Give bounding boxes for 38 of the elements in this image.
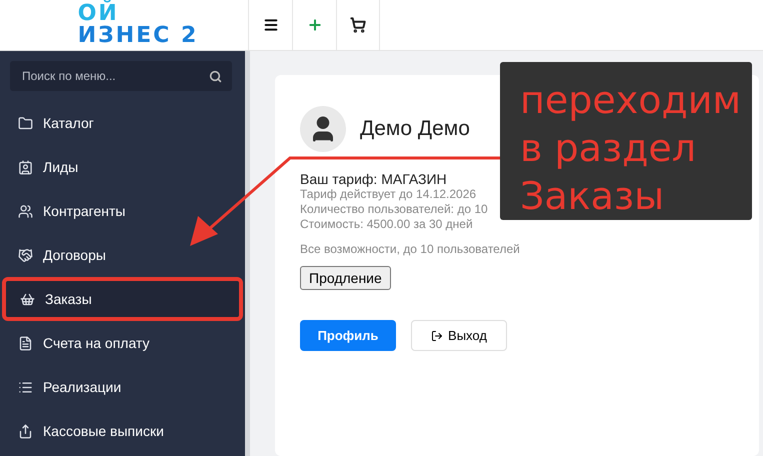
annotation-text: переходим bbox=[520, 77, 742, 124]
document-icon bbox=[18, 336, 33, 350]
users-icon bbox=[18, 204, 33, 218]
sidebar-item[interactable]: Заказы bbox=[2, 277, 243, 321]
logo-text: ИЗНЕС 2 bbox=[78, 25, 198, 47]
sidebar-item[interactable]: Реализации bbox=[0, 365, 245, 409]
annotation-text: Заказы bbox=[520, 173, 666, 220]
user-limit: Количество пользователей: до 10 bbox=[300, 202, 488, 217]
sidebar-item[interactable]: Счета на оплату bbox=[0, 321, 245, 365]
basket-icon bbox=[20, 292, 35, 306]
features-text: Все возможности, до 10 пользователей bbox=[300, 242, 520, 256]
tariff-text: Ваш тариф: МАГАЗИН bbox=[300, 171, 447, 187]
export-icon bbox=[18, 424, 33, 438]
sidebar-item[interactable]: Кассовые выписки bbox=[0, 409, 245, 453]
search-field[interactable]: Поиск по меню... bbox=[10, 61, 232, 91]
sidebar-item[interactable]: Лиды bbox=[0, 145, 245, 189]
sidebar-item[interactable]: Контрагенты bbox=[0, 189, 245, 233]
sidebar-item[interactable]: Договоры bbox=[0, 233, 245, 277]
cart-button[interactable] bbox=[336, 0, 380, 50]
logout-button[interactable]: Выход bbox=[411, 320, 507, 351]
sidebar-item[interactable]: Каталог bbox=[0, 101, 245, 145]
plus-icon bbox=[306, 17, 322, 33]
price-text: Стоимость: 4500.00 за 30 дней bbox=[300, 217, 473, 232]
list-icon bbox=[18, 380, 33, 394]
cart-icon bbox=[350, 17, 366, 33]
avatar-icon bbox=[300, 106, 346, 152]
handshake-icon bbox=[18, 248, 33, 262]
user-name: Демо Демо bbox=[360, 117, 470, 141]
tariff-validity: Тариф действует до 14.12.2026 bbox=[300, 187, 476, 202]
annotation-text: в раздел bbox=[520, 125, 698, 172]
search-icon bbox=[209, 70, 222, 82]
menu-icon bbox=[262, 17, 278, 33]
folder-icon bbox=[18, 116, 33, 130]
profile-button[interactable]: Профиль bbox=[300, 320, 396, 351]
renew-button[interactable]: Продление bbox=[300, 266, 391, 290]
contact-card-icon bbox=[18, 160, 33, 174]
search-input[interactable]: Поиск по меню... bbox=[20, 68, 209, 84]
logout-icon bbox=[431, 330, 444, 342]
